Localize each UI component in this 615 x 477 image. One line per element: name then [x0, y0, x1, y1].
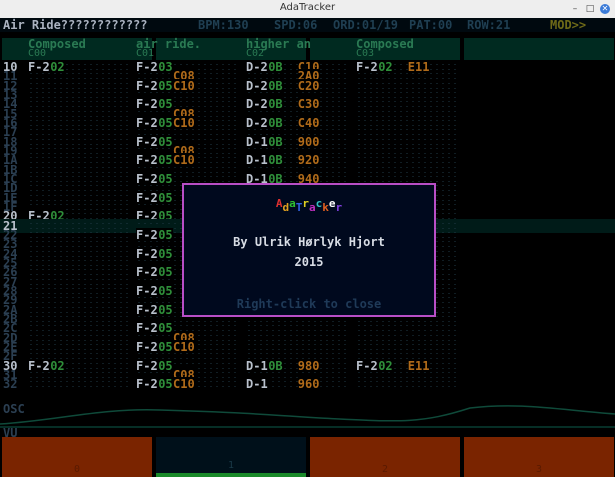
- logo-letter: r: [302, 197, 309, 210]
- pattern-readout: PAT:00: [409, 18, 453, 32]
- about-year: 2015: [294, 255, 324, 269]
- logo-letter: d: [282, 201, 290, 214]
- logo-letter: a: [309, 201, 316, 214]
- logo-letter: a: [289, 197, 296, 210]
- logo-letter: k: [322, 201, 329, 214]
- logo-letter: e: [328, 197, 336, 210]
- channel-number: C00: [28, 48, 47, 59]
- effect-cell[interactable]: 960: [297, 377, 320, 392]
- status-bar: Air Ride???????????? BPM:130 SPD:06 ORD:…: [0, 18, 615, 32]
- mod-readout[interactable]: MOD>>: [550, 18, 586, 32]
- vu-meters: 0 1 2 3: [0, 437, 615, 477]
- minimize-icon[interactable]: –: [570, 4, 580, 14]
- osc-waveform: [0, 405, 615, 425]
- row-number: 32: [3, 377, 18, 392]
- channel-header-0[interactable]: Composed C00: [2, 38, 152, 60]
- tracker-app: Air Ride???????????? BPM:130 SPD:06 ORD:…: [0, 18, 615, 477]
- logo-letter: c: [315, 197, 323, 210]
- empty-cell-dots: [28, 377, 132, 392]
- channel-number: C01: [136, 48, 155, 59]
- about-close-hint[interactable]: Right-click to close: [184, 297, 434, 311]
- note-cell[interactable]: D-1: [246, 377, 268, 392]
- row-readout: ROW:21: [467, 18, 511, 32]
- order-readout: ORD:01/19: [333, 18, 399, 32]
- channel-headers: Composed C00 air ride. C01 higher an C02 Compo…: [0, 38, 615, 60]
- vu-meter-label: 3: [535, 464, 543, 475]
- close-icon[interactable]: ✕: [600, 4, 610, 14]
- channel-number: C02: [246, 48, 265, 59]
- channel-header-3[interactable]: Composed C03: [356, 38, 614, 60]
- empty-cell-dots: [356, 377, 460, 392]
- adatracker-logo: AdaTracker: [184, 197, 434, 214]
- vu-meter-label: 1: [227, 460, 235, 471]
- osc-baseline: [0, 426, 615, 428]
- vu-meter-label: 2: [381, 464, 389, 475]
- channel-number: C03: [356, 48, 375, 59]
- maximize-icon[interactable]: □: [585, 4, 595, 14]
- window-titlebar: AdaTracker – □ ✕: [0, 0, 615, 19]
- about-author: By Ulrik Hørlyk Hjort: [233, 235, 385, 249]
- logo-letter: T: [295, 201, 303, 214]
- vu-meter-2[interactable]: 2: [310, 437, 460, 477]
- about-dialog[interactable]: AdaTracker By Ulrik Hørlyk Hjort 2015 Ri…: [182, 183, 436, 317]
- vu-meter-0[interactable]: 0: [2, 437, 152, 477]
- note-cell[interactable]: F-2: [136, 377, 158, 392]
- logo-letter: A: [275, 197, 283, 210]
- effect-cell[interactable]: C10: [173, 377, 195, 392]
- logo-letter: r: [335, 201, 343, 214]
- song-title: Air Ride????????????: [3, 18, 148, 32]
- window-title: AdaTracker: [279, 2, 336, 13]
- vu-meter-3[interactable]: 3: [464, 437, 614, 477]
- bpm-readout: BPM:130: [198, 18, 249, 32]
- vu-meter-label: 0: [73, 464, 81, 475]
- instrument-cell[interactable]: 05: [158, 377, 173, 392]
- vu-meter-1[interactable]: 1: [156, 437, 306, 477]
- pattern-row[interactable]: 32 F-2 05 C10 D-1 960: [0, 377, 615, 392]
- speed-readout: SPD:06: [274, 18, 318, 32]
